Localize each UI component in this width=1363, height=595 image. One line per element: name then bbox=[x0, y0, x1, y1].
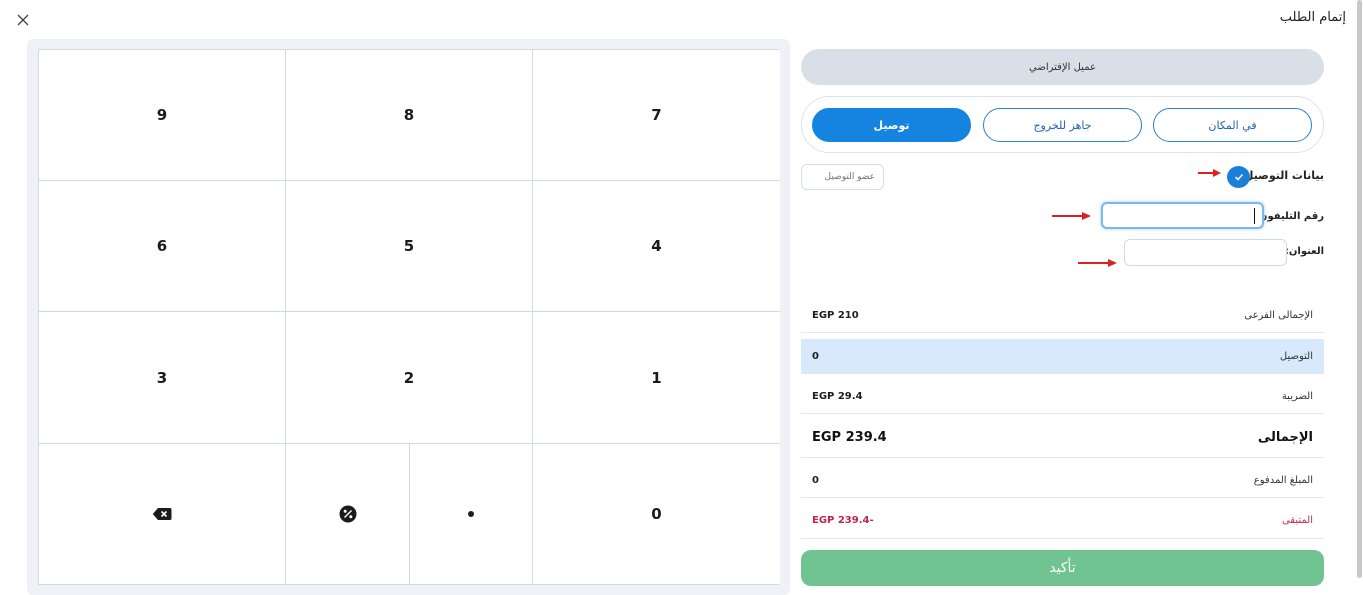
delivery-data-title: بيانات التوصيل bbox=[1243, 169, 1324, 182]
decimal-point-icon bbox=[467, 510, 475, 518]
annotation-arrow-icon bbox=[1052, 211, 1091, 221]
address-input[interactable] bbox=[1124, 239, 1287, 266]
annotation-arrow-icon bbox=[1078, 258, 1117, 268]
summary-row-delivery: 0 التوصيل bbox=[801, 339, 1324, 374]
order-type-delivery-button[interactable]: توصيل bbox=[812, 108, 971, 142]
key-8[interactable]: 8 bbox=[286, 50, 533, 181]
summary-row-paid: 0 المبلغ المدفوع bbox=[801, 463, 1324, 498]
keypad-panel: 9 8 7 6 5 4 3 2 1 0 bbox=[27, 39, 790, 595]
key-2[interactable]: 2 bbox=[286, 312, 533, 444]
backspace-key[interactable] bbox=[39, 444, 286, 584]
order-type-group: توصيل جاهز للخروج في المكان bbox=[801, 96, 1324, 153]
summary-row-tax: EGP 29.4 الضريبة bbox=[801, 379, 1324, 414]
text-caret bbox=[1254, 208, 1255, 224]
summary-row-subtotal: EGP 210 الإجمالى الفرعى bbox=[801, 298, 1324, 333]
close-icon[interactable] bbox=[15, 12, 31, 28]
order-type-takeaway-button[interactable]: جاهز للخروج bbox=[983, 108, 1142, 142]
key-6[interactable]: 6 bbox=[39, 181, 286, 312]
phone-input[interactable] bbox=[1101, 202, 1264, 229]
check-icon bbox=[1234, 173, 1243, 181]
backspace-icon bbox=[152, 507, 172, 521]
key-3[interactable]: 3 bbox=[39, 312, 286, 444]
confirm-button[interactable]: تأكيد bbox=[801, 550, 1324, 586]
key-7[interactable]: 7 bbox=[533, 50, 780, 181]
keypad: 9 8 7 6 5 4 3 2 1 0 bbox=[38, 49, 780, 585]
address-label: العنوان: bbox=[1284, 246, 1324, 257]
customer-label: عميل الإفتراضي bbox=[1029, 61, 1096, 73]
scrollbar[interactable] bbox=[1357, 0, 1362, 578]
decimal-point-key[interactable] bbox=[410, 444, 533, 584]
key-0[interactable]: 0 bbox=[533, 444, 780, 584]
summary-row-remaining: EGP 239.4- المتبقى bbox=[801, 503, 1324, 539]
discount-key[interactable] bbox=[286, 444, 410, 584]
customer-selector[interactable]: عميل الإفتراضي bbox=[801, 49, 1324, 85]
delivery-data-checkbox[interactable] bbox=[1227, 166, 1250, 188]
phone-label: رقم التليفون: bbox=[1254, 211, 1324, 222]
dialog-title: إتمام الطلب bbox=[1279, 10, 1346, 25]
summary-row-total: EGP 239.4 الإجمالى bbox=[801, 418, 1324, 458]
key-5[interactable]: 5 bbox=[286, 181, 533, 312]
delivery-member-input[interactable] bbox=[801, 164, 884, 190]
discount-icon bbox=[339, 505, 357, 523]
annotation-arrow-icon bbox=[1198, 168, 1228, 178]
order-type-dine-in-button[interactable]: في المكان bbox=[1153, 108, 1312, 142]
key-1[interactable]: 1 bbox=[533, 312, 780, 444]
key-9[interactable]: 9 bbox=[39, 50, 286, 181]
key-4[interactable]: 4 bbox=[533, 181, 780, 312]
